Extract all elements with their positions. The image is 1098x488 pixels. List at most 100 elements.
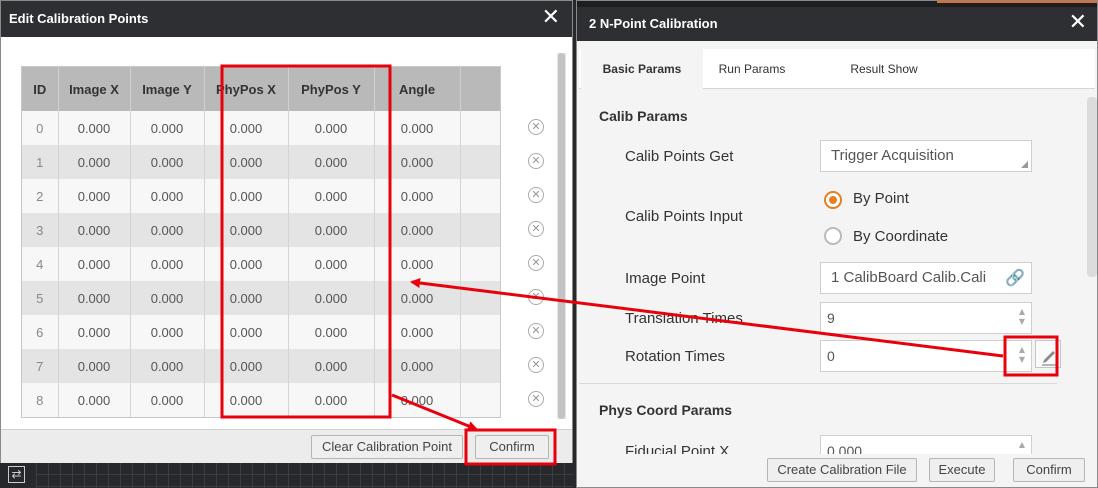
spin-buttons[interactable]: ▲ ▼ [1018,345,1026,365]
translation-times-input[interactable]: 9 ▲ ▼ [820,302,1032,334]
spin-buttons[interactable]: ▲ ▼ [1018,307,1026,327]
execute-button[interactable]: Execute [929,458,995,482]
cell-phypos-x[interactable]: 0.000 [204,315,289,349]
spin-up-icon[interactable]: ▲ [1019,345,1025,354]
column-header-image-y[interactable]: Image Y [130,67,205,111]
cell-image-y[interactable]: 0.000 [130,383,205,417]
delete-row-icon[interactable]: ✕ [528,323,544,339]
cell-angle[interactable]: 0.000 [374,179,461,213]
cell-image-x[interactable]: 0.000 [58,383,131,417]
scrollbar[interactable] [557,53,566,419]
rotation-times-input[interactable]: 0 ▲ ▼ [820,340,1032,372]
radio-by-coordinate[interactable] [824,227,842,245]
table-row[interactable]: 0 0.000 0.000 0.000 0.000 0.000 [22,111,500,145]
cell-phypos-x[interactable]: 0.000 [204,179,289,213]
image-point-field[interactable]: 1 CalibBoard Calib.Cali 🔗 [820,262,1032,294]
edit-pencil-button[interactable] [1035,340,1061,368]
cell-image-y[interactable]: 0.000 [130,247,205,281]
delete-row-icon[interactable]: ✕ [528,289,544,305]
table-row[interactable]: 8 0.000 0.000 0.000 0.000 0.000 [22,383,500,417]
cell-image-x[interactable]: 0.000 [58,247,131,281]
cell-id[interactable]: 1 [22,145,59,179]
spin-up-icon[interactable]: ▲ [1019,440,1025,449]
cell-phypos-x[interactable]: 0.000 [204,281,289,315]
cell-phypos-y[interactable]: 0.000 [288,281,375,315]
confirm-button[interactable]: Confirm [475,435,549,459]
cell-id[interactable]: 5 [22,281,59,315]
cell-image-y[interactable]: 0.000 [130,111,205,145]
scrollbar-thumb[interactable] [558,53,565,419]
cell-phypos-x[interactable]: 0.000 [204,111,289,145]
cell-image-x[interactable]: 0.000 [58,315,131,349]
cell-id[interactable]: 8 [22,383,59,417]
scrollbar[interactable] [1087,97,1097,277]
radio-by-point[interactable] [824,191,842,209]
cell-image-x[interactable]: 0.000 [58,213,131,247]
column-header-image-x[interactable]: Image X [58,67,131,111]
cell-angle[interactable]: 0.000 [374,349,461,383]
cell-image-x[interactable]: 0.000 [58,145,131,179]
cell-image-x[interactable]: 0.000 [58,349,131,383]
cell-phypos-y[interactable]: 0.000 [288,315,375,349]
cell-image-y[interactable]: 0.000 [130,315,205,349]
cell-phypos-x[interactable]: 0.000 [204,213,289,247]
cell-angle[interactable]: 0.000 [374,145,461,179]
cell-image-x[interactable]: 0.000 [58,281,131,315]
tab-basic-params[interactable]: Basic Params [581,49,703,89]
spin-buttons[interactable]: ▲ [1018,440,1026,450]
cell-angle[interactable]: 0.000 [374,247,461,281]
cell-phypos-x[interactable]: 0.000 [204,247,289,281]
spin-down-icon[interactable]: ▼ [1019,317,1025,326]
column-header-phypos-x[interactable]: PhyPos X [204,67,289,111]
cell-image-x[interactable]: 0.000 [58,111,131,145]
cell-id[interactable]: 6 [22,315,59,349]
table-row[interactable]: 3 0.000 0.000 0.000 0.000 0.000 [22,213,500,247]
cell-image-y[interactable]: 0.000 [130,349,205,383]
column-header-id[interactable]: ID [22,67,59,111]
delete-row-icon[interactable]: ✕ [528,255,544,271]
column-header-angle[interactable]: Angle [374,67,461,111]
cell-id[interactable]: 0 [22,111,59,145]
cell-phypos-x[interactable]: 0.000 [204,349,289,383]
cell-angle[interactable]: 0.000 [374,281,461,315]
table-row[interactable]: 2 0.000 0.000 0.000 0.000 0.000 [22,179,500,213]
create-calibration-file-button[interactable]: Create Calibration File [767,458,917,482]
cell-phypos-y[interactable]: 0.000 [288,145,375,179]
cell-angle[interactable]: 0.000 [374,111,461,145]
cell-image-y[interactable]: 0.000 [130,179,205,213]
close-icon[interactable]: ✕ [1069,7,1087,41]
cell-id[interactable]: 4 [22,247,59,281]
cell-phypos-y[interactable]: 0.000 [288,179,375,213]
clear-calibration-point-button[interactable]: Clear Calibration Point [311,435,463,459]
cell-angle[interactable]: 0.000 [374,383,461,417]
cell-id[interactable]: 7 [22,349,59,383]
table-row[interactable]: 7 0.000 0.000 0.000 0.000 0.000 [22,349,500,383]
delete-row-icon[interactable]: ✕ [528,153,544,169]
spin-up-icon[interactable]: ▲ [1019,307,1025,316]
fiducial-point-x-input[interactable]: 0.000 ▲ [820,435,1032,454]
cell-phypos-y[interactable]: 0.000 [288,349,375,383]
table-row[interactable]: 6 0.000 0.000 0.000 0.000 0.000 [22,315,500,349]
table-row[interactable]: 5 0.000 0.000 0.000 0.000 0.000 [22,281,500,315]
table-row[interactable]: 4 0.000 0.000 0.000 0.000 0.000 [22,247,500,281]
close-icon[interactable]: ✕ [542,1,560,37]
cell-image-x[interactable]: 0.000 [58,179,131,213]
tab-run-params[interactable]: Run Params [707,49,797,89]
delete-row-icon[interactable]: ✕ [528,119,544,135]
cell-phypos-y[interactable]: 0.000 [288,247,375,281]
cell-phypos-y[interactable]: 0.000 [288,383,375,417]
cell-angle[interactable]: 0.000 [374,315,461,349]
calib-points-get-select[interactable]: Trigger Acquisition [820,140,1032,172]
radio-label-by-point[interactable]: By Point [853,190,909,207]
delete-row-icon[interactable]: ✕ [528,187,544,203]
column-header-phypos-y[interactable]: PhyPos Y [288,67,375,111]
cell-phypos-y[interactable]: 0.000 [288,111,375,145]
cell-phypos-x[interactable]: 0.000 [204,145,289,179]
cell-id[interactable]: 3 [22,213,59,247]
cell-id[interactable]: 2 [22,179,59,213]
delete-row-icon[interactable]: ✕ [528,221,544,237]
cell-phypos-x[interactable]: 0.000 [204,383,289,417]
cell-phypos-y[interactable]: 0.000 [288,213,375,247]
cell-image-y[interactable]: 0.000 [130,281,205,315]
cell-image-y[interactable]: 0.000 [130,145,205,179]
